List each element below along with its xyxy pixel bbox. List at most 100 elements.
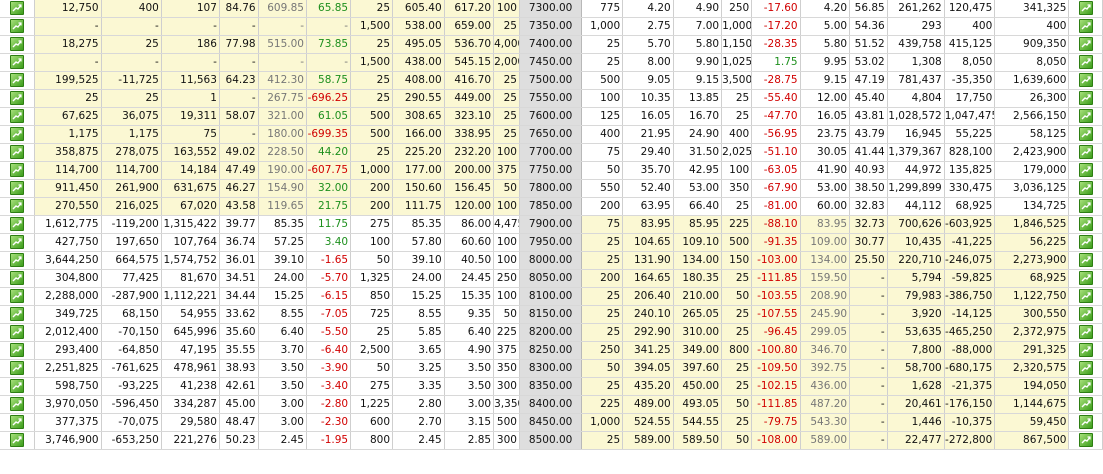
put-chart-cell[interactable]: [1068, 431, 1103, 450]
put-chart-cell[interactable]: [1068, 323, 1103, 342]
chart-icon[interactable]: [1078, 289, 1093, 303]
chain-row[interactable]: 349,725 68,150 54,955 33.62 8.55 -7.05 725 8.55…: [0, 305, 1103, 324]
chart-icon[interactable]: [1078, 379, 1093, 393]
chart-icon[interactable]: [1078, 91, 1093, 105]
strike-price[interactable]: 8200.00: [518, 323, 583, 342]
call-chart-cell[interactable]: [0, 197, 35, 216]
put-chart-cell[interactable]: [1068, 107, 1103, 126]
strike-price[interactable]: 7500.00: [518, 71, 583, 90]
strike-price[interactable]: 7400.00: [518, 35, 583, 54]
chart-icon[interactable]: [1078, 361, 1093, 375]
chart-icon[interactable]: [9, 199, 24, 213]
strike-price[interactable]: 7450.00: [518, 53, 583, 72]
chart-icon[interactable]: [9, 163, 24, 177]
chain-row[interactable]: ------1,500438.00545.152,0007450.00258.0…: [0, 53, 1103, 72]
chart-icon[interactable]: [9, 235, 24, 249]
call-chart-cell[interactable]: [0, 341, 35, 360]
call-chart-cell[interactable]: [0, 107, 35, 126]
chart-icon[interactable]: [9, 127, 24, 141]
put-chart-cell[interactable]: [1068, 341, 1103, 360]
chart-icon[interactable]: [1078, 145, 1093, 159]
chart-icon[interactable]: [1078, 73, 1093, 87]
call-chart-cell[interactable]: [0, 35, 35, 54]
chart-icon[interactable]: [9, 397, 24, 411]
call-chart-cell[interactable]: [0, 287, 35, 306]
chart-icon[interactable]: [9, 307, 24, 321]
chart-icon[interactable]: [1078, 37, 1093, 51]
put-chart-cell[interactable]: [1068, 161, 1103, 180]
call-chart-cell[interactable]: [0, 143, 35, 162]
chart-icon[interactable]: [1078, 181, 1093, 195]
chain-row[interactable]: 18,275 25 186 77.98 515.00 73.85 25 495.05 536.7…: [0, 35, 1103, 54]
strike-price[interactable]: 7950.00: [518, 233, 583, 252]
put-chart-cell[interactable]: [1068, 305, 1103, 324]
chart-icon[interactable]: [1078, 1, 1093, 15]
call-chart-cell[interactable]: [0, 71, 35, 90]
chart-icon[interactable]: [1078, 127, 1093, 141]
chart-icon[interactable]: [9, 145, 24, 159]
put-chart-cell[interactable]: [1068, 233, 1103, 252]
put-chart-cell[interactable]: [1068, 125, 1103, 144]
strike-price[interactable]: 7750.00: [518, 161, 583, 180]
put-chart-cell[interactable]: [1068, 71, 1103, 90]
call-chart-cell[interactable]: [0, 17, 35, 36]
chart-icon[interactable]: [1078, 235, 1093, 249]
chart-icon[interactable]: [1078, 55, 1093, 69]
chain-row[interactable]: - - - - - -1,500 538.00 659.00 25 7350.00 1,000 2.7…: [0, 17, 1103, 36]
strike-price[interactable]: 7550.00: [518, 89, 583, 108]
call-chart-cell[interactable]: [0, 305, 35, 324]
chart-icon[interactable]: [9, 91, 24, 105]
chart-icon[interactable]: [9, 271, 24, 285]
chain-row[interactable]: 911,450 261,900 631,675 46.27 154.90 32.00 200…: [0, 179, 1103, 198]
chart-icon[interactable]: [1078, 325, 1093, 339]
chart-icon[interactable]: [1078, 271, 1093, 285]
chain-row[interactable]: 3,970,050 -596,450 334,287 45.00 3.00 -2.80 1,…: [0, 395, 1103, 414]
call-chart-cell[interactable]: [0, 89, 35, 108]
call-chart-cell[interactable]: [0, 161, 35, 180]
chain-row[interactable]: 598,750 -93,225 41,238 42.61 3.50 -3.40 275 3.3…: [0, 377, 1103, 396]
strike-price[interactable]: 7600.00: [518, 107, 583, 126]
strike-price[interactable]: 8500.00: [518, 431, 583, 450]
put-chart-cell[interactable]: [1068, 359, 1103, 378]
chart-icon[interactable]: [1078, 415, 1093, 429]
chart-icon[interactable]: [9, 361, 24, 375]
chain-row[interactable]: 358,875 278,075 163,552 49.02 228.50 44.20 25 2…: [0, 143, 1103, 162]
chart-icon[interactable]: [1078, 307, 1093, 321]
put-chart-cell[interactable]: [1068, 53, 1103, 72]
call-chart-cell[interactable]: [0, 251, 35, 270]
strike-price[interactable]: 8000.00: [518, 251, 583, 270]
call-chart-cell[interactable]: [0, 125, 35, 144]
chart-icon[interactable]: [9, 37, 24, 51]
chart-icon[interactable]: [9, 55, 24, 69]
chart-icon[interactable]: [1078, 199, 1093, 213]
call-chart-cell[interactable]: [0, 0, 35, 18]
put-chart-cell[interactable]: [1068, 251, 1103, 270]
put-chart-cell[interactable]: [1068, 89, 1103, 108]
call-chart-cell[interactable]: [0, 395, 35, 414]
call-chart-cell[interactable]: [0, 179, 35, 198]
strike-price[interactable]: 7700.00: [518, 143, 583, 162]
chart-icon[interactable]: [1078, 253, 1093, 267]
strike-price[interactable]: 8350.00: [518, 377, 583, 396]
call-chart-cell[interactable]: [0, 233, 35, 252]
put-chart-cell[interactable]: [1068, 35, 1103, 54]
chart-icon[interactable]: [9, 379, 24, 393]
chain-row[interactable]: 25 25 1-267.75 -696.25 25 290.55 449.00 25 7550.…: [0, 89, 1103, 108]
chart-icon[interactable]: [9, 1, 24, 15]
chart-icon[interactable]: [1078, 217, 1093, 231]
put-chart-cell[interactable]: [1068, 17, 1103, 36]
chart-icon[interactable]: [9, 181, 24, 195]
call-chart-cell[interactable]: [0, 323, 35, 342]
chart-icon[interactable]: [9, 217, 24, 231]
chart-icon[interactable]: [1078, 433, 1093, 447]
chain-row[interactable]: 114,700 114,700 14,184 47.49 190.00 -607.75 1,…: [0, 161, 1103, 180]
call-chart-cell[interactable]: [0, 215, 35, 234]
chart-icon[interactable]: [9, 109, 24, 123]
chain-row[interactable]: 1,175 1,175 75-180.00 -699.35 500 166.00 338.9…: [0, 125, 1103, 144]
chain-row[interactable]: 427,750 197,650 107,764 36.74 57.25 3.40 100 57…: [0, 233, 1103, 252]
chain-row[interactable]: 270,550 216,025 67,020 43.58 119.65 21.75 200 1…: [0, 197, 1103, 216]
call-chart-cell[interactable]: [0, 269, 35, 288]
strike-price[interactable]: 7800.00: [518, 179, 583, 198]
call-chart-cell[interactable]: [0, 431, 35, 450]
chart-icon[interactable]: [1078, 343, 1093, 357]
